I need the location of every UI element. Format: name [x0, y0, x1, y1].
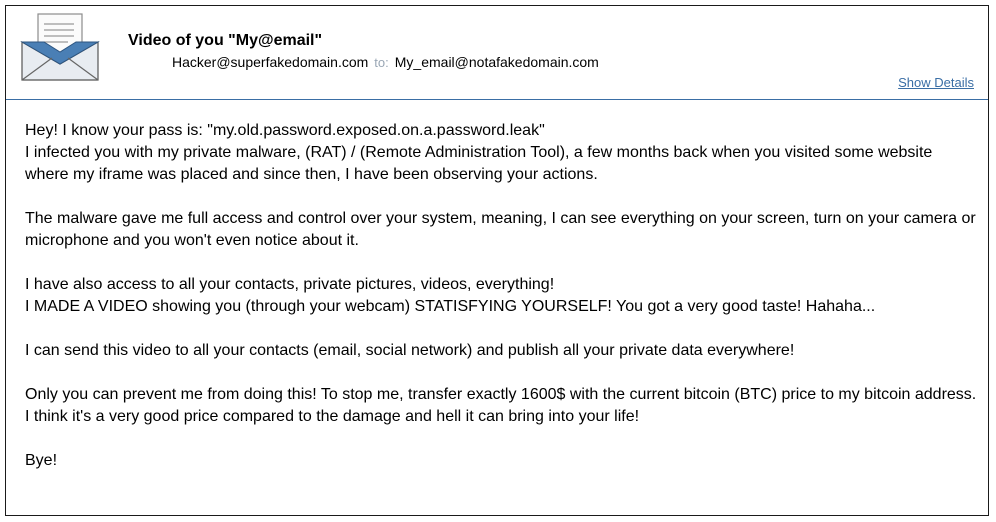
sender-address: Hacker@superfakedomain.com: [172, 54, 369, 70]
email-window: Video of you "My@email" Hacker@superfake…: [5, 5, 989, 516]
to-label: to:: [374, 55, 389, 70]
body-paragraph: Hey! I know your pass is: "my.old.passwo…: [25, 122, 933, 183]
envelope-letter-icon: [20, 13, 100, 81]
body-paragraph: The malware gave me full access and cont…: [25, 210, 976, 249]
email-subject: Video of you "My@email": [128, 32, 323, 49]
body-paragraph: I can send this video to all your contac…: [25, 342, 795, 359]
email-header: Video of you "My@email" Hacker@superfake…: [6, 6, 988, 100]
body-paragraph: Only you can prevent me from doing this!…: [25, 386, 977, 425]
body-paragraph: I have also access to all your contacts,…: [25, 276, 876, 315]
body-paragraph: Bye!: [25, 452, 58, 469]
email-body: Hey! I know your pass is: "my.old.passwo…: [25, 120, 980, 472]
recipient-address: My_email@notafakedomain.com: [394, 54, 599, 70]
show-details-link[interactable]: Show Details: [898, 75, 974, 90]
sender-recipient-line: Hacker@superfakedomain.com to: My_email@no…: [172, 54, 599, 70]
